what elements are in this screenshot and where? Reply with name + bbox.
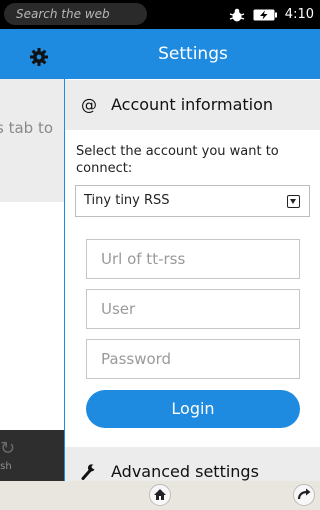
background-toolbar: ↻ esh: [0, 430, 64, 481]
account-select[interactable]: Tiny tiny RSS: [75, 185, 310, 217]
home-button[interactable]: [149, 484, 171, 506]
settings-header: Settings: [65, 29, 320, 79]
background-page: s tab to ↻ esh: [0, 29, 64, 481]
refresh-label: esh: [0, 461, 12, 472]
battery-charging-icon: [253, 9, 277, 20]
login-label: Login: [171, 399, 215, 418]
advanced-section-header[interactable]: Advanced settings: [65, 447, 320, 481]
clock: 4:10: [284, 7, 314, 22]
forward-icon: [297, 488, 311, 500]
page-title: Settings: [158, 44, 228, 64]
chevron-down-icon: [287, 195, 300, 208]
status-bar: Search the web 4:10: [0, 0, 320, 29]
login-button[interactable]: Login: [86, 390, 300, 428]
bottom-bar: [0, 481, 320, 510]
user-field[interactable]: [86, 289, 300, 329]
url-field[interactable]: [86, 239, 300, 279]
account-select-value: Tiny tiny RSS: [84, 193, 170, 208]
search-placeholder: Search the web: [16, 7, 110, 21]
background-message: s tab to: [0, 79, 64, 202]
account-section-title: Account information: [111, 95, 274, 114]
forward-button[interactable]: [293, 484, 315, 506]
password-field[interactable]: [86, 339, 300, 379]
home-icon: [154, 489, 166, 500]
bug-icon: [229, 8, 245, 21]
search-bar[interactable]: Search the web: [4, 3, 147, 25]
status-icons: 4:10: [229, 4, 314, 25]
divider: [65, 437, 320, 447]
settings-panel: Settings @ Account information Select th…: [64, 29, 320, 481]
background-header: [0, 29, 64, 79]
wrench-icon: [81, 464, 95, 480]
account-prompt: Select the account you want to connect:: [76, 144, 279, 176]
background-snippet: s tab to: [0, 119, 54, 137]
at-sign-icon: @: [81, 95, 97, 114]
refresh-icon[interactable]: ↻: [0, 438, 15, 459]
gear-icon[interactable]: [30, 48, 48, 66]
account-section-header: @ Account information: [65, 80, 320, 130]
advanced-section-title: Advanced settings: [111, 462, 259, 481]
